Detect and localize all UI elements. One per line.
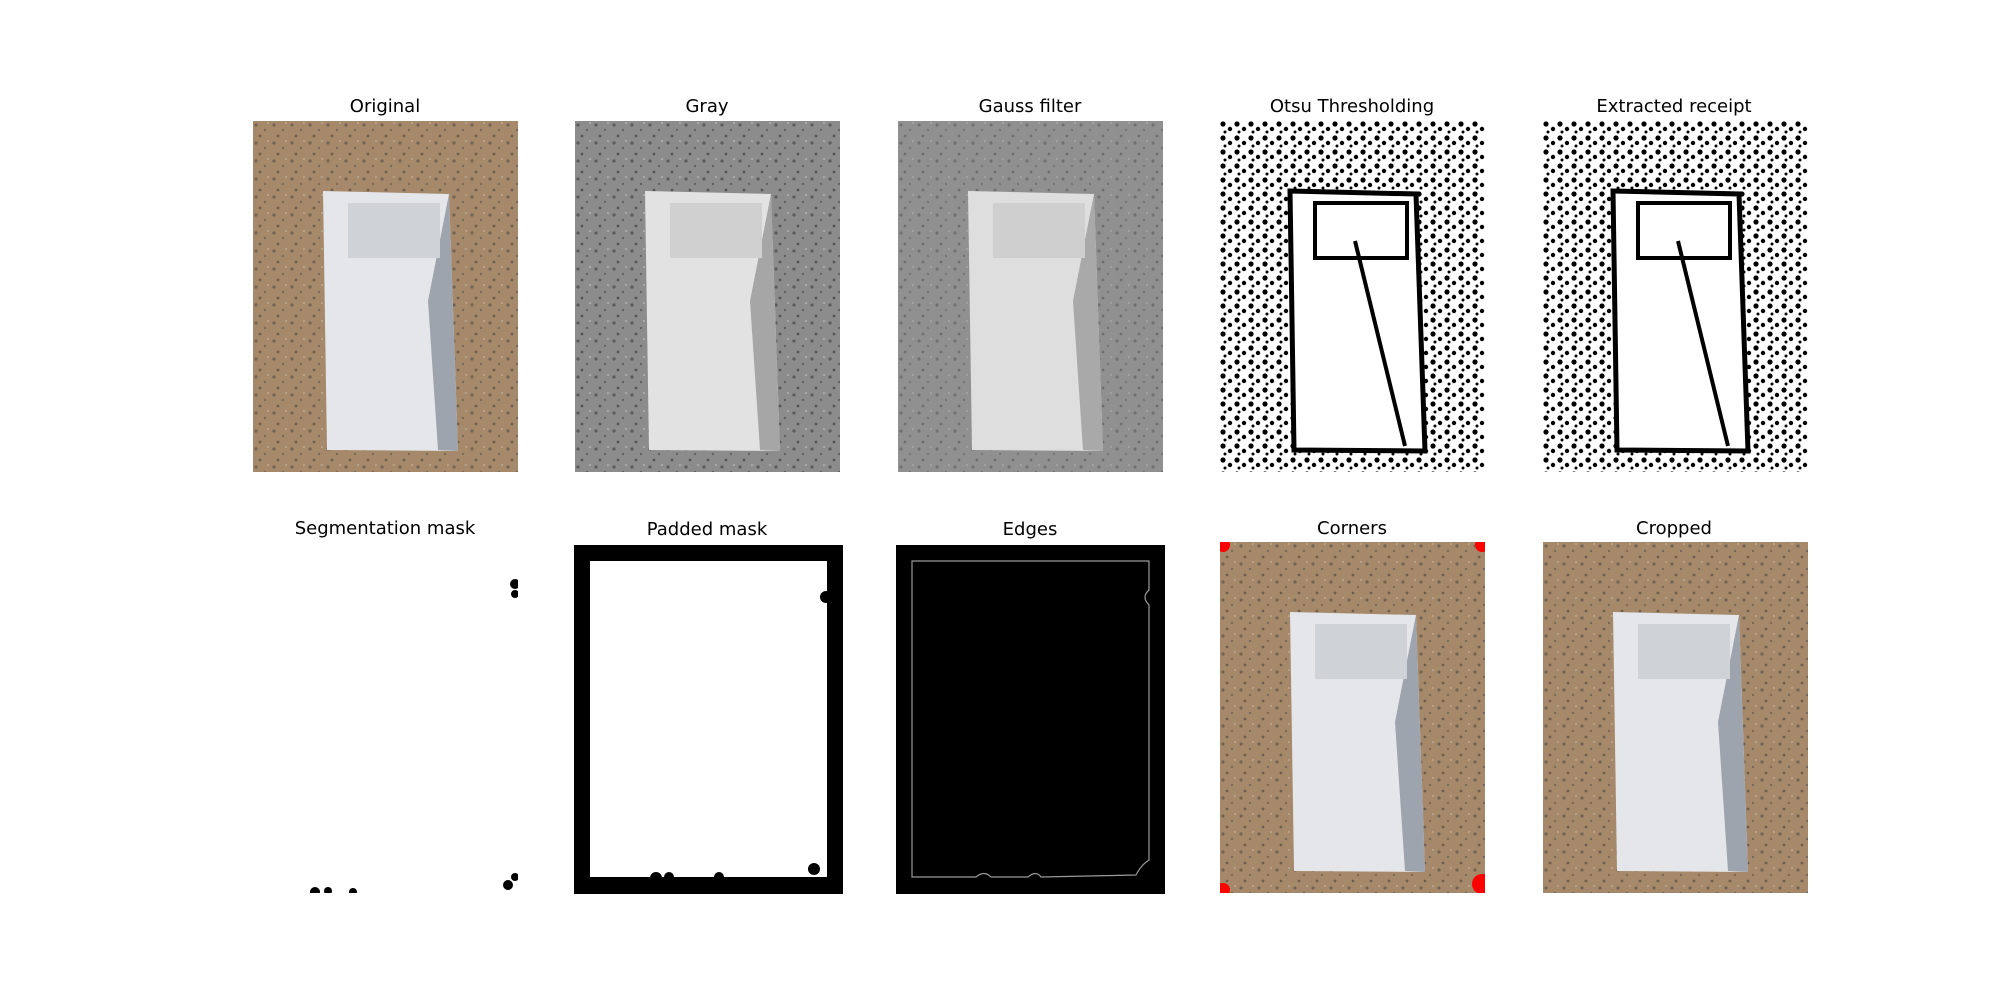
corners-receipt-photo — [1220, 542, 1485, 893]
panel-title-original: Original — [349, 96, 421, 117]
panel-title-extracted: Extracted receipt — [1596, 96, 1752, 117]
otsu-threshold-image — [1220, 121, 1485, 472]
panel-title-gauss: Gauss filter — [978, 96, 1082, 117]
original-receipt-photo — [253, 121, 518, 472]
panel-title-cropped: Cropped — [1636, 518, 1712, 539]
panel-title-otsu: Otsu Thresholding — [1269, 96, 1435, 117]
padded-mask — [574, 545, 843, 894]
gauss-image — [898, 121, 1163, 472]
extracted-receipt-image — [1543, 121, 1808, 472]
padded-image — [574, 545, 843, 894]
panel-title-gray: Gray — [685, 96, 729, 117]
cropped-image — [1543, 542, 1808, 893]
extracted-image — [1543, 121, 1808, 472]
otsu-image — [1220, 121, 1485, 472]
gray-receipt-photo — [575, 121, 840, 472]
panel-title-padded: Padded mask — [646, 519, 768, 540]
gauss-receipt-photo — [898, 121, 1163, 472]
segmentation-mask — [253, 542, 518, 893]
panel-title-segmentation: Segmentation mask — [294, 518, 476, 539]
cropped-receipt-photo — [1543, 542, 1808, 893]
gray-image — [575, 121, 840, 472]
segmentation-image — [253, 542, 518, 893]
original-image — [253, 121, 518, 472]
corners-image — [1220, 542, 1485, 893]
edges-image — [896, 545, 1165, 894]
panel-title-edges: Edges — [1002, 519, 1058, 540]
panel-title-corners: Corners — [1317, 518, 1387, 539]
edges-outline — [896, 545, 1165, 894]
